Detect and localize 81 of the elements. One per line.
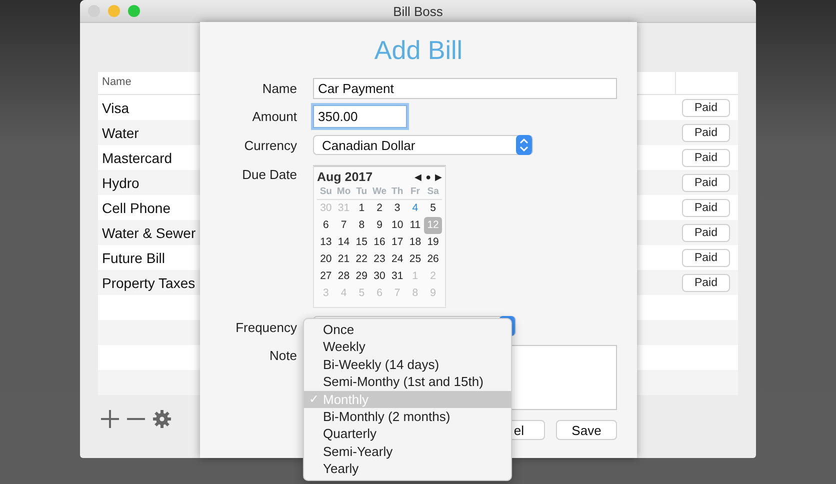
calendar-day[interactable]: 17: [388, 234, 406, 251]
menu-item[interactable]: Once: [304, 321, 511, 338]
next-month-button[interactable]: ▶: [435, 172, 442, 182]
calendar-day[interactable]: 25: [406, 251, 424, 268]
paid-button[interactable]: Paid: [682, 224, 730, 242]
add-icon[interactable]: [100, 409, 120, 429]
bill-name: Water & Sewer: [102, 224, 196, 240]
calendar-day[interactable]: 30: [370, 268, 388, 285]
settings-icon[interactable]: [152, 409, 172, 429]
calendar-day[interactable]: 24: [388, 251, 406, 268]
bill-name: Property Taxes: [102, 274, 196, 290]
bill-name: Cell Phone: [102, 200, 170, 216]
calendar-day[interactable]: 14: [334, 234, 353, 251]
menu-item[interactable]: Bi-Weekly (14 days): [304, 356, 511, 374]
calendar-day[interactable]: 26: [424, 251, 442, 268]
calendar-day[interactable]: 11: [406, 217, 424, 234]
calendar-day[interactable]: 20: [317, 251, 335, 268]
today-button[interactable]: ●: [426, 172, 431, 182]
paid-button[interactable]: Paid: [682, 274, 730, 292]
calendar-day[interactable]: 28: [334, 268, 353, 285]
calendar-day[interactable]: 23: [370, 251, 388, 268]
weekday-label: Su: [317, 185, 335, 200]
weekday-label: Fr: [406, 185, 424, 200]
calendar-day[interactable]: 7: [334, 217, 353, 234]
calendar-day[interactable]: 8: [352, 217, 371, 234]
bill-name: Water: [102, 124, 139, 140]
currency-popup[interactable]: Canadian Dollar: [313, 135, 533, 155]
calendar-day[interactable]: 10: [388, 217, 406, 234]
menu-item[interactable]: Yearly: [304, 460, 511, 478]
menu-item[interactable]: Bi-Monthly (2 months): [304, 408, 511, 426]
calendar-day[interactable]: 5: [424, 200, 442, 217]
calendar-day[interactable]: 2: [370, 200, 388, 217]
field-label: Amount: [251, 109, 297, 124]
calendar-day[interactable]: 15: [352, 234, 371, 251]
field-label: Name: [261, 81, 297, 96]
calendar-day[interactable]: 16: [370, 234, 388, 251]
bill-name: Visa: [102, 100, 129, 116]
menu-item[interactable]: Semi-Yearly: [304, 442, 511, 460]
weekday-label: Tu: [352, 185, 371, 200]
paid-button[interactable]: Paid: [682, 198, 730, 216]
calendar-day[interactable]: 22: [352, 251, 371, 268]
save-button[interactable]: Save: [556, 420, 617, 440]
calendar-day[interactable]: 13: [317, 234, 335, 251]
name-field[interactable]: Car Payment: [313, 78, 617, 99]
window-title: Bill Boss: [393, 4, 443, 18]
calendar-day[interactable]: 1: [352, 200, 371, 217]
sheet-title: Add Bill: [373, 34, 464, 66]
calendar-month: Aug 2017: [317, 170, 373, 184]
calendar-day[interactable]: 31: [388, 268, 406, 285]
field-label: Currency: [243, 138, 297, 153]
date-picker[interactable]: Aug 2017 ◀ ● ▶ Su Mo Tu We Th Fr Sa 30 31 1 2 3 4 5 6 7 8 9 10 11 12 13 14 15 16 17 18 19 20 21 22 23 24 25 26 27 28 29 30 31 1 2 3 4 5 6 7 8 9: [313, 165, 446, 308]
menu-item[interactable]: Quarterly: [304, 425, 511, 443]
calendar-day[interactable]: 29: [352, 268, 371, 285]
amount-field[interactable]: 350.00: [313, 105, 407, 128]
bill-name: Hydro: [102, 174, 140, 190]
paid-button[interactable]: Paid: [682, 148, 730, 166]
paid-button[interactable]: Paid: [682, 124, 730, 142]
stepper-icon: [516, 135, 532, 155]
weekday-label: We: [370, 185, 388, 200]
bill-name: Mastercard: [102, 150, 172, 166]
field-label: Due Date: [241, 167, 297, 182]
field-label: Note: [268, 348, 297, 363]
calendar-day[interactable]: 9: [370, 217, 388, 234]
weekday-label: Mo: [334, 185, 353, 200]
field-label: Frequency: [234, 320, 297, 335]
calendar-day[interactable]: 19: [424, 234, 442, 251]
weekday-label: Sa: [424, 185, 442, 200]
weekday-label: Th: [388, 185, 406, 200]
calendar-day[interactable]: 21: [334, 251, 353, 268]
bill-name: Future Bill: [102, 250, 166, 266]
check-mark: ✓: [309, 390, 319, 408]
paid-button[interactable]: Paid: [682, 174, 730, 192]
calendar-day[interactable]: 4: [406, 200, 424, 217]
paid-button[interactable]: Paid: [682, 248, 730, 266]
calendar-day[interactable]: 27: [317, 268, 335, 285]
calendar-day[interactable]: 3: [388, 200, 406, 217]
paid-button[interactable]: Paid: [682, 98, 730, 116]
calendar-day[interactable]: 6: [317, 217, 335, 234]
previous-month-button[interactable]: ◀: [414, 172, 422, 182]
calendar-day[interactable]: 18: [406, 234, 424, 251]
menu-item[interactable]: Weekly: [304, 338, 511, 356]
